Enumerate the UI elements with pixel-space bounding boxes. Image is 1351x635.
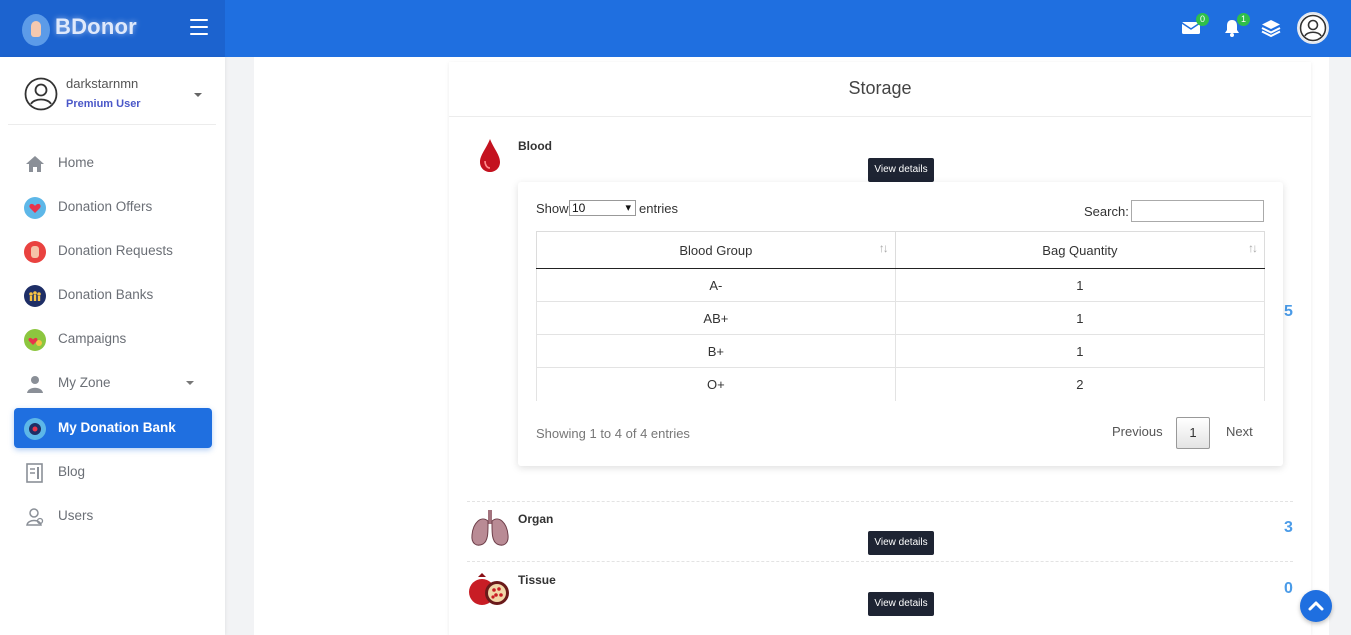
sidebar-item-my-donation-bank[interactable]: My Donation Bank — [14, 408, 212, 448]
sidebar-item-my-zone[interactable]: My Zone — [14, 363, 212, 403]
table-row: AB+ 1 — [536, 301, 1266, 335]
sort-icon: ↑↓ — [878, 241, 889, 255]
sidebar-item-label: Donation Offers — [58, 199, 153, 214]
bag-quantity-cell: 1 — [895, 268, 1266, 302]
bank-badge-icon — [24, 418, 46, 440]
sidebar-item-users[interactable]: Users — [14, 496, 212, 536]
brand-name: BDonor — [55, 14, 137, 39]
divider — [467, 561, 1293, 562]
pagination-previous-button[interactable]: Previous — [1112, 424, 1163, 439]
user-name: darkstarnmn — [66, 76, 139, 91]
chevron-up-icon — [1308, 601, 1324, 611]
table-row: O+ 2 — [536, 367, 1266, 401]
table-row: B+ 1 — [536, 334, 1266, 368]
table-info: Showing 1 to 4 of 4 entries — [536, 426, 690, 441]
menu-toggle-button[interactable] — [190, 19, 208, 35]
table-row: A- 1 — [536, 268, 1266, 302]
blood-group-table: Blood Group ↑↓ Bag Quantity ↑↓ A- 1 AB+ … — [536, 231, 1266, 401]
chevron-down-icon — [186, 381, 194, 385]
users-icon — [26, 508, 44, 526]
sidebar-item-donation-banks[interactable]: Donation Banks — [14, 275, 212, 315]
search-input[interactable] — [1131, 200, 1264, 222]
sidebar-item-label: Donation Banks — [58, 287, 154, 302]
home-icon — [26, 156, 44, 172]
lungs-icon — [471, 510, 509, 546]
sidebar-item-label: Campaigns — [58, 331, 127, 346]
user-role: Premium User — [66, 98, 141, 110]
page-size-value: 10 — [572, 201, 586, 215]
blood-view-details-button[interactable]: View details — [868, 158, 934, 182]
storage-title: Storage — [449, 62, 1311, 117]
person-icon — [27, 376, 43, 393]
storage-item-label: Tissue — [518, 573, 556, 587]
search-label: Search: — [1084, 204, 1129, 219]
sidebar-item-donation-requests[interactable]: Donation Requests — [14, 231, 212, 271]
page-size-select[interactable]: 10 — [569, 200, 636, 216]
chevron-down-icon — [194, 93, 202, 97]
pomegranate-icon — [469, 573, 509, 605]
user-avatar-icon — [1299, 14, 1327, 42]
blood-count: 5 — [1284, 303, 1293, 320]
bag-quantity-cell: 2 — [895, 367, 1266, 401]
sidebar-item-donation-offers[interactable]: Donation Offers — [14, 187, 212, 227]
tissue-view-details-button[interactable]: View details — [868, 592, 934, 616]
campaign-icon — [24, 329, 46, 351]
top-bar: BDonor 0 1 — [0, 0, 1351, 57]
blood-drop-icon — [480, 139, 500, 172]
sidebar-item-campaigns[interactable]: Campaigns — [14, 319, 212, 359]
sidebar: darkstarnmn Premium User Home Donation O… — [0, 57, 225, 635]
storage-item-label: Organ — [518, 512, 554, 526]
show-label: Show — [536, 201, 569, 216]
notifications-button[interactable]: 1 — [1222, 13, 1250, 38]
organ-view-details-button[interactable]: View details — [868, 531, 934, 555]
column-header-bag-quantity[interactable]: Bag Quantity ↑↓ — [894, 231, 1266, 269]
blood-group-cell: O+ — [536, 367, 896, 401]
people-bank-icon — [24, 285, 46, 307]
divider — [467, 501, 1293, 502]
pagination-page-button[interactable]: 1 — [1176, 417, 1210, 449]
logo-icon — [22, 14, 50, 46]
sidebar-item-home[interactable]: Home — [14, 143, 212, 183]
sidebar-item-label: Donation Requests — [58, 243, 173, 258]
bag-quantity-cell: 1 — [895, 301, 1266, 335]
mail-button[interactable]: 0 — [1181, 13, 1209, 38]
blood-group-cell: A- — [536, 268, 896, 302]
storage-item-label: Blood — [518, 139, 552, 153]
blog-icon — [26, 463, 43, 483]
column-header-blood-group[interactable]: Blood Group ↑↓ — [536, 231, 896, 269]
organ-count: 3 — [1284, 519, 1293, 536]
heart-hand-icon — [24, 197, 46, 219]
sidebar-item-label: Home — [58, 155, 95, 170]
sidebar-item-label: My Donation Bank — [58, 420, 176, 435]
layers-button[interactable] — [1261, 18, 1281, 38]
hand-request-icon — [24, 241, 46, 263]
blood-group-cell: B+ — [536, 334, 896, 368]
blood-group-cell: AB+ — [536, 301, 896, 335]
sidebar-item-blog[interactable]: Blog — [14, 452, 212, 492]
column-header-label: Bag Quantity — [1042, 242, 1118, 258]
scroll-to-top-button[interactable] — [1300, 590, 1332, 622]
blood-details-table-card: Show 10 entries Search: Blood Group ↑↓ B… — [518, 182, 1283, 466]
user-avatar-icon — [24, 77, 58, 111]
sidebar-item-label: My Zone — [58, 375, 111, 390]
entries-label: entries — [639, 201, 679, 216]
layers-icon — [1261, 20, 1281, 38]
sidebar-item-label: Blog — [58, 464, 86, 479]
notification-count-badge: 1 — [1237, 13, 1250, 26]
sidebar-item-label: Users — [58, 508, 94, 523]
column-header-label: Blood Group — [679, 242, 753, 258]
bag-quantity-cell: 1 — [895, 334, 1266, 368]
mail-count-badge: 0 — [1196, 13, 1209, 26]
pagination-next-button[interactable]: Next — [1226, 424, 1253, 439]
profile-avatar-button[interactable] — [1297, 12, 1329, 44]
tissue-count: 0 — [1284, 580, 1293, 597]
user-menu[interactable]: darkstarnmn Premium User — [8, 65, 216, 125]
sort-icon: ↑↓ — [1248, 241, 1258, 255]
